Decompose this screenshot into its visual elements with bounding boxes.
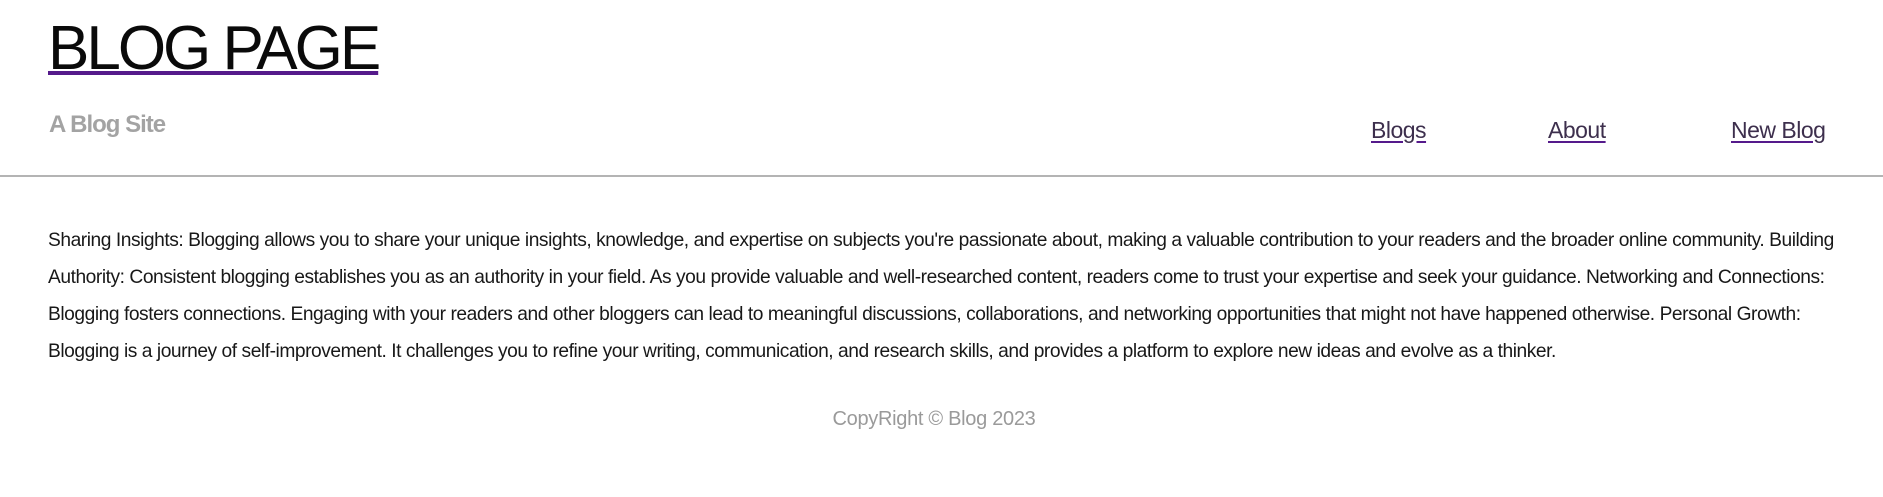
main-nav: Blogs About New Blog xyxy=(0,117,1883,147)
nav-link-new-blog[interactable]: New Blog xyxy=(1731,117,1826,144)
footer-copyright: CopyRight © Blog 2023 xyxy=(832,408,1036,430)
site-title-link[interactable]: BLOG PAGE xyxy=(48,16,381,81)
site-header: BLOG PAGE A Blog Site Blogs About New Bl… xyxy=(0,0,1883,177)
nav-link-about[interactable]: About xyxy=(1548,117,1606,144)
blog-body-text: Sharing Insights: Blogging allows you to… xyxy=(48,230,1834,362)
nav-link-blogs[interactable]: Blogs xyxy=(1371,117,1427,144)
